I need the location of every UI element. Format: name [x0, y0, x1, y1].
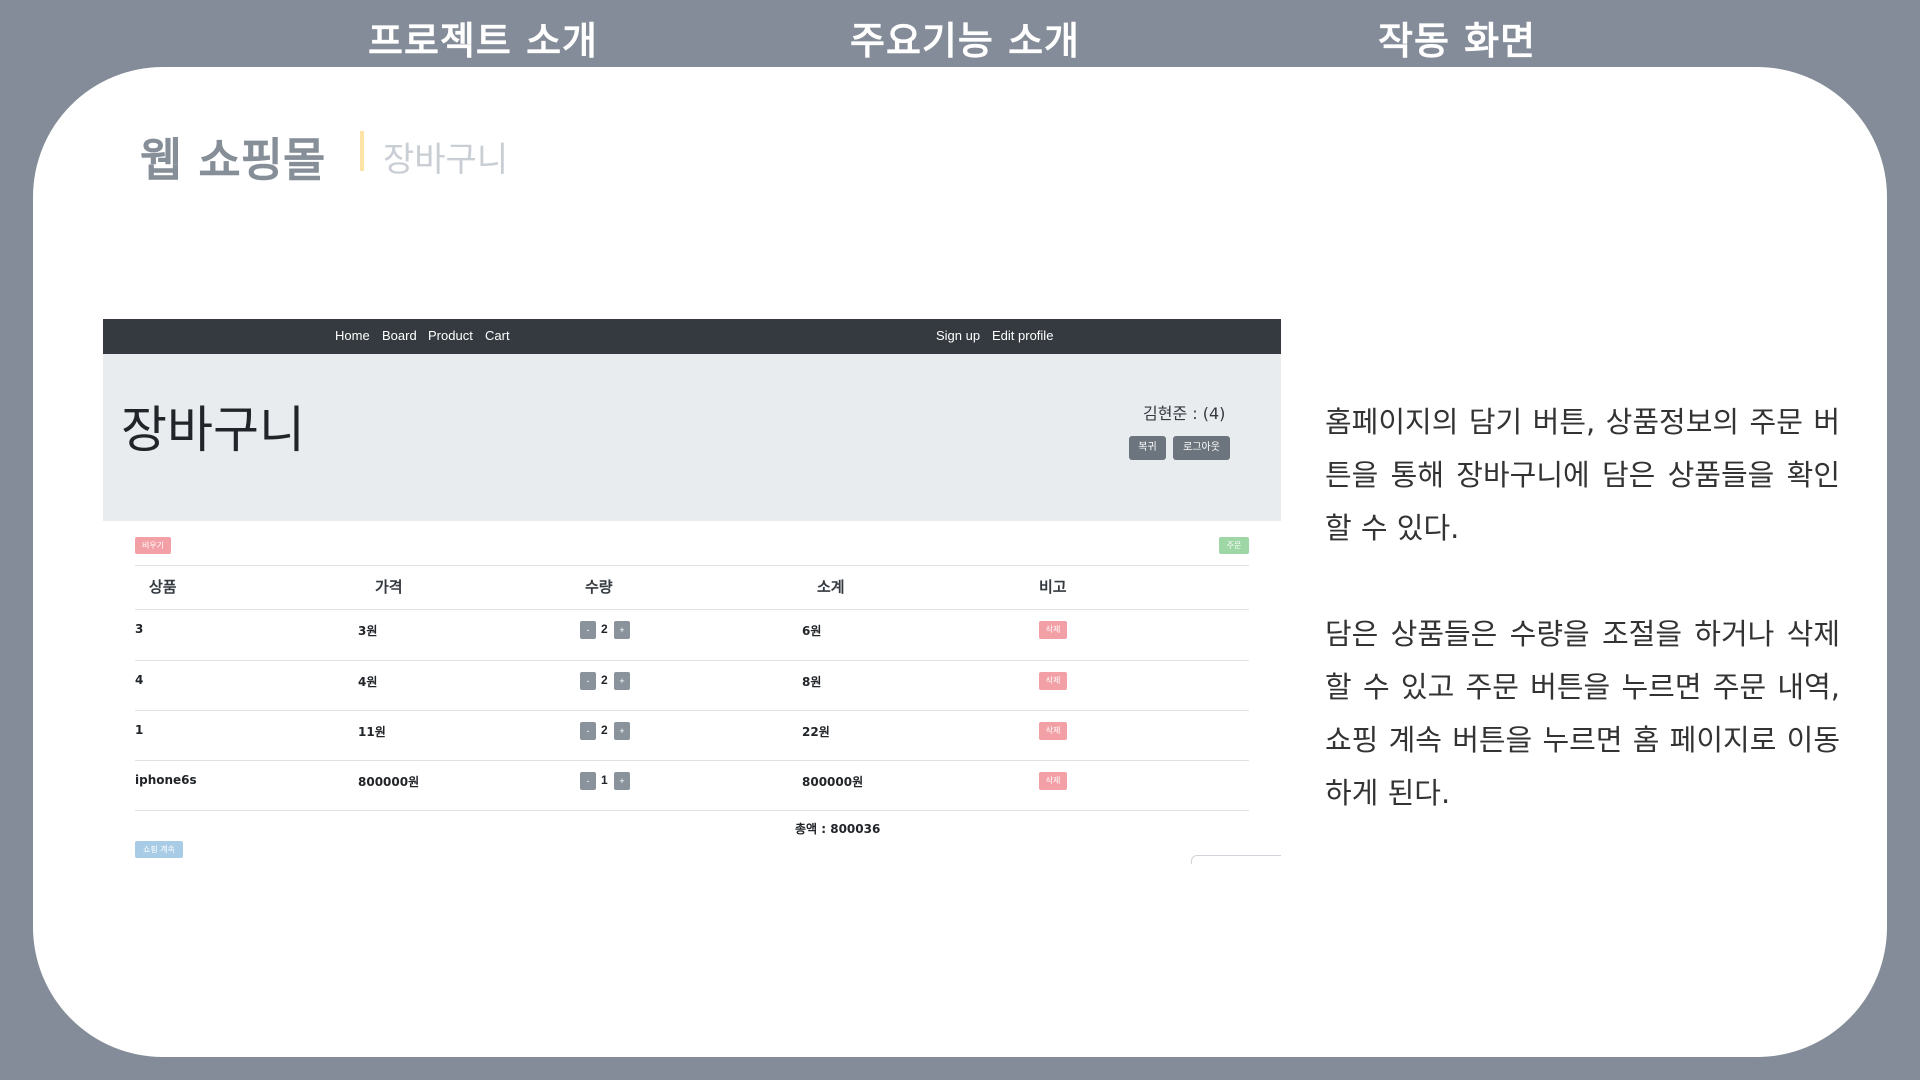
- cell-product: iphone6s: [135, 773, 197, 787]
- cell-price: 800000원: [358, 775, 420, 789]
- delete-button[interactable]: 삭제: [1039, 672, 1067, 690]
- qty-value: 2: [601, 622, 608, 636]
- cell-subtotal: 800000원: [802, 775, 864, 789]
- delete-button[interactable]: 삭제: [1039, 621, 1067, 639]
- slide-title: 웹 쇼핑몰: [140, 133, 326, 187]
- qty-value: 2: [601, 723, 608, 737]
- header-quantity: 수량: [585, 578, 613, 596]
- nav-cart-link[interactable]: Cart: [485, 328, 510, 343]
- description-paragraph-1: 홈페이지의 담기 버튼, 상품정보의 주문 버튼을 통해 장바구니에 담은 상품…: [1325, 405, 1840, 545]
- table-divider: [135, 565, 1249, 566]
- nav-product-link[interactable]: Product: [428, 328, 473, 343]
- qty-value: 2: [601, 673, 608, 687]
- nav-board-link[interactable]: Board: [382, 328, 417, 343]
- slide-subtitle: 장바구니: [383, 140, 509, 180]
- qty-value: 1: [601, 773, 608, 787]
- qty-minus-button[interactable]: -: [580, 772, 596, 790]
- header-product: 상품: [149, 578, 177, 596]
- cell-product: 4: [135, 673, 144, 687]
- cart-page-screenshot: Home Board Product Cart Sign up Edit pro…: [103, 319, 1281, 864]
- table-divider: [135, 810, 1249, 811]
- cell-product: 3: [135, 622, 144, 636]
- description-paragraph-2: 담은 상품들은 수량을 조절을 하거나 삭제할 수 있고 주문 버튼을 누르면 …: [1325, 617, 1840, 810]
- tab-project-intro[interactable]: 프로젝트 소개: [368, 10, 598, 65]
- qty-plus-button[interactable]: +: [614, 672, 630, 690]
- cart-total: 총액 : 800036: [795, 822, 881, 836]
- cell-subtotal: 6원: [802, 624, 822, 638]
- navbar: Home Board Product Cart Sign up Edit pro…: [103, 319, 1281, 354]
- cell-product: 1: [135, 723, 144, 737]
- title-divider: [360, 131, 364, 171]
- delete-button[interactable]: 삭제: [1039, 772, 1067, 790]
- tab-demo-screen[interactable]: 작동 화면: [1378, 10, 1536, 65]
- delete-button[interactable]: 삭제: [1039, 722, 1067, 740]
- tab-main-features[interactable]: 주요기능 소개: [850, 10, 1080, 65]
- table-row: 3 3원 - 2 + 6원 삭제: [103, 610, 1281, 660]
- header-subtotal: 소계: [817, 578, 845, 596]
- qty-plus-button[interactable]: +: [614, 772, 630, 790]
- cell-subtotal: 22원: [802, 725, 830, 739]
- qty-plus-button[interactable]: +: [614, 621, 630, 639]
- order-button[interactable]: 주문: [1219, 537, 1249, 554]
- qty-minus-button[interactable]: -: [580, 621, 596, 639]
- cell-subtotal: 8원: [802, 675, 822, 689]
- clear-cart-button[interactable]: 비우기: [135, 537, 171, 554]
- table-row: 1 11원 - 2 + 22원 삭제: [103, 711, 1281, 761]
- cell-price: 4원: [358, 675, 378, 689]
- nav-edit-profile-link[interactable]: Edit profile: [992, 328, 1053, 343]
- qty-plus-button[interactable]: +: [614, 722, 630, 740]
- continue-shopping-button[interactable]: 쇼핑 계속: [135, 841, 183, 858]
- logout-button[interactable]: 로그아웃: [1173, 436, 1230, 460]
- qty-minus-button[interactable]: -: [580, 722, 596, 740]
- table-row: 4 4원 - 2 + 8원 삭제: [103, 661, 1281, 711]
- jumbotron: 장바구니 김현준 : (4) 복귀 로그아웃: [103, 354, 1281, 521]
- page-title: 장바구니: [121, 401, 305, 459]
- top-tab-bar: 프로젝트 소개 주요기능 소개 작동 화면: [0, 0, 1920, 66]
- header-note: 비고: [1039, 578, 1067, 596]
- nav-signup-link[interactable]: Sign up: [936, 328, 980, 343]
- partial-element-edge: [1191, 855, 1281, 864]
- cell-price: 11원: [358, 725, 386, 739]
- qty-minus-button[interactable]: -: [580, 672, 596, 690]
- cell-price: 3원: [358, 624, 378, 638]
- nav-home-link[interactable]: Home: [335, 328, 370, 343]
- user-info: 김현준 : (4): [1143, 404, 1226, 423]
- header-price: 가격: [375, 578, 403, 596]
- table-row: iphone6s 800000원 - 1 + 800000원 삭제: [103, 761, 1281, 811]
- back-button[interactable]: 복귀: [1129, 436, 1166, 460]
